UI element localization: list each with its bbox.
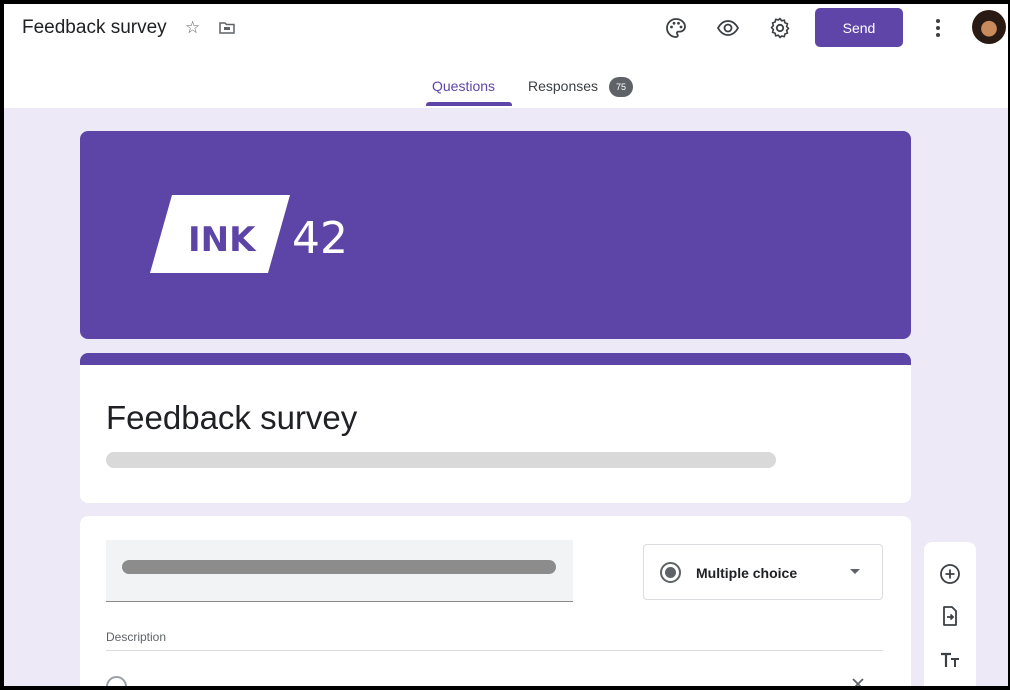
more-vert-icon[interactable] bbox=[926, 16, 950, 40]
settings-gear-icon[interactable] bbox=[768, 16, 792, 40]
palette-icon[interactable] bbox=[664, 16, 688, 40]
top-header: Feedback survey ☆ Send Questions Respons… bbox=[4, 4, 1008, 108]
move-to-folder-icon[interactable] bbox=[218, 19, 236, 37]
description-label[interactable]: Description bbox=[106, 630, 166, 644]
question-type-dropdown[interactable]: Multiple choice bbox=[643, 544, 883, 600]
star-icon[interactable]: ☆ bbox=[185, 19, 203, 37]
tab-responses[interactable]: Responses bbox=[528, 78, 598, 94]
radio-checked-icon bbox=[660, 562, 681, 583]
logo-text-left: INK bbox=[188, 220, 257, 260]
responses-count-badge: 75 bbox=[609, 77, 633, 97]
forms-editor: Feedback survey ☆ Send Questions Respons… bbox=[4, 4, 1008, 686]
question-type-label: Multiple choice bbox=[696, 565, 798, 581]
option-radio-icon bbox=[106, 676, 127, 686]
form-description-field[interactable] bbox=[106, 452, 776, 468]
question-card: Multiple choice Description bbox=[80, 516, 911, 686]
description-underline bbox=[106, 650, 883, 651]
header-banner-image: INK 42 bbox=[80, 131, 911, 339]
form-title-card: Feedback survey bbox=[80, 353, 911, 503]
document-title[interactable]: Feedback survey bbox=[22, 17, 167, 39]
tab-questions[interactable]: Questions bbox=[432, 78, 495, 94]
send-button[interactable]: Send bbox=[815, 8, 903, 47]
ink42-logo: INK 42 bbox=[150, 195, 348, 273]
add-title-text-icon[interactable] bbox=[938, 648, 962, 672]
question-title-input[interactable] bbox=[106, 540, 573, 602]
remove-option-close-icon[interactable] bbox=[848, 674, 868, 686]
floating-question-toolbar bbox=[924, 542, 976, 686]
logo-text-right: 42 bbox=[292, 213, 348, 264]
account-avatar[interactable] bbox=[972, 10, 1006, 44]
active-tab-indicator bbox=[426, 102, 512, 106]
form-title[interactable]: Feedback survey bbox=[106, 399, 357, 437]
preview-eye-icon[interactable] bbox=[716, 16, 740, 40]
add-question-icon[interactable] bbox=[938, 562, 962, 586]
title-card-accent bbox=[80, 353, 911, 365]
import-questions-icon[interactable] bbox=[938, 604, 962, 628]
question-title-placeholder bbox=[122, 560, 556, 574]
dropdown-caret-icon bbox=[850, 569, 860, 574]
